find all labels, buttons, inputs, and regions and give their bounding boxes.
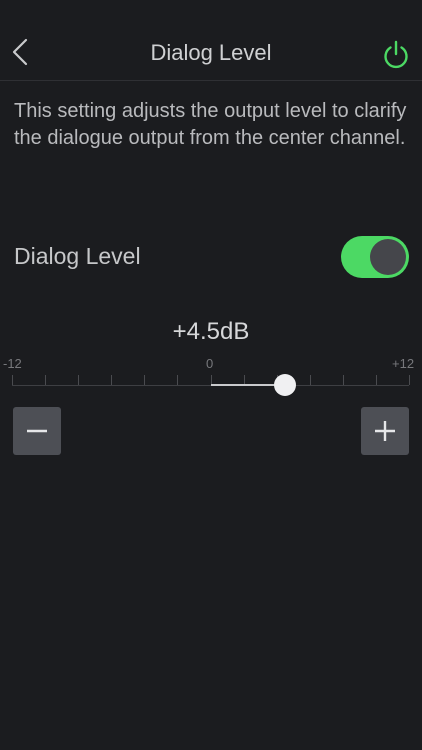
plus-icon xyxy=(375,421,395,441)
power-icon xyxy=(384,40,408,69)
slider-tick xyxy=(310,375,311,385)
slider-tick xyxy=(409,375,410,385)
dialog-level-toggle[interactable] xyxy=(341,236,409,278)
slider-tick xyxy=(45,375,46,385)
increase-button[interactable] xyxy=(361,407,409,455)
slider-max-label: +12 xyxy=(392,356,415,371)
power-button[interactable] xyxy=(380,38,412,70)
level-value: +4.5dB xyxy=(172,318,250,345)
dialog-level-label: Dialog Level xyxy=(14,243,141,269)
decrease-button[interactable] xyxy=(13,407,61,455)
slider-tick xyxy=(111,375,112,385)
slider-tick xyxy=(177,375,178,385)
slider-tick xyxy=(78,375,79,385)
slider-min-label: -12 xyxy=(3,356,22,371)
slider-tick xyxy=(144,375,145,385)
slider-tick xyxy=(376,375,377,385)
slider-mid-label: 0 xyxy=(206,356,214,371)
page-title: Dialog Level xyxy=(150,40,272,65)
slider-thumb[interactable] xyxy=(273,374,296,396)
slider-tick xyxy=(343,375,344,385)
slider-tick xyxy=(12,375,13,385)
toggle-knob xyxy=(370,239,406,275)
minus-icon xyxy=(27,429,47,433)
setting-description: This setting adjusts the output level to… xyxy=(14,100,407,149)
navigation-bar: Dialog Level xyxy=(0,0,422,81)
